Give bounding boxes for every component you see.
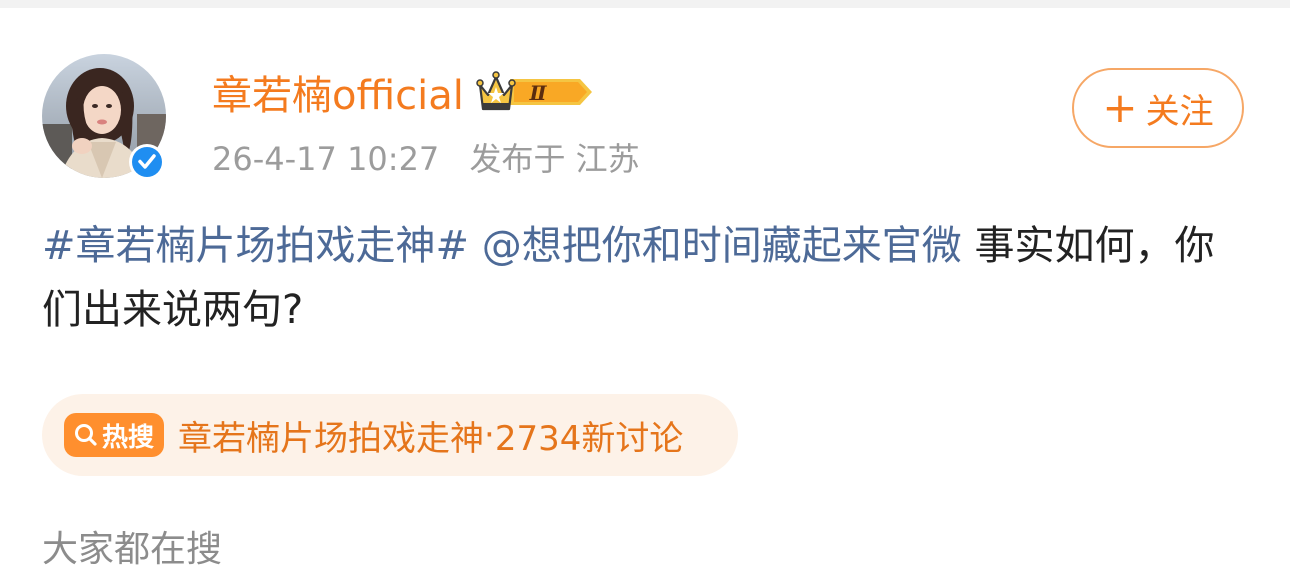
- post-meta: 26-4-17 10:27 发布于 江苏: [212, 134, 640, 180]
- author-name-row: 章若楠official Ⅱ: [212, 63, 594, 121]
- crown-vip-badge-icon[interactable]: Ⅱ: [476, 69, 594, 115]
- hot-search-count: 2734新讨论: [494, 418, 684, 459]
- vip-level-text: Ⅱ: [528, 81, 547, 105]
- plus-icon: +: [1102, 83, 1138, 132]
- top-divider: [0, 0, 1290, 8]
- follow-button[interactable]: + 关注: [1072, 68, 1244, 148]
- hot-search-tag-label: 热搜: [102, 422, 155, 453]
- topic-link[interactable]: #章若楠片场拍戏走神#: [42, 223, 469, 269]
- follow-label: 关注: [1145, 91, 1214, 132]
- post-location: 江苏: [575, 140, 640, 178]
- hot-search-title: 章若楠片场拍戏走神: [178, 418, 485, 459]
- search-magnifier-icon: [75, 424, 97, 446]
- hot-search-separator: ·: [484, 415, 495, 455]
- post-timestamp: 26-4-17 10:27: [212, 140, 440, 178]
- weibo-post-card: 章若楠official Ⅱ 26-4-17 10:27 发布于 江苏 + 关注 …: [0, 0, 1290, 588]
- hot-search-card[interactable]: 热搜 章若楠片场拍戏走神 · 2734新讨论: [42, 394, 738, 476]
- location-prefix: 发布于: [469, 140, 566, 178]
- mention-link[interactable]: @想把你和时间藏起来官微: [482, 223, 962, 269]
- author-name[interactable]: 章若楠official: [212, 63, 464, 121]
- related-search-label: 大家都在搜: [42, 529, 223, 570]
- hot-search-tag: 热搜: [64, 413, 165, 457]
- verified-check-icon: [129, 144, 165, 180]
- author-avatar-container[interactable]: [42, 54, 166, 180]
- post-content: #章若楠片场拍戏走神# @想把你和时间藏起来官微 事实如何，你们出来说两句?: [42, 214, 1252, 342]
